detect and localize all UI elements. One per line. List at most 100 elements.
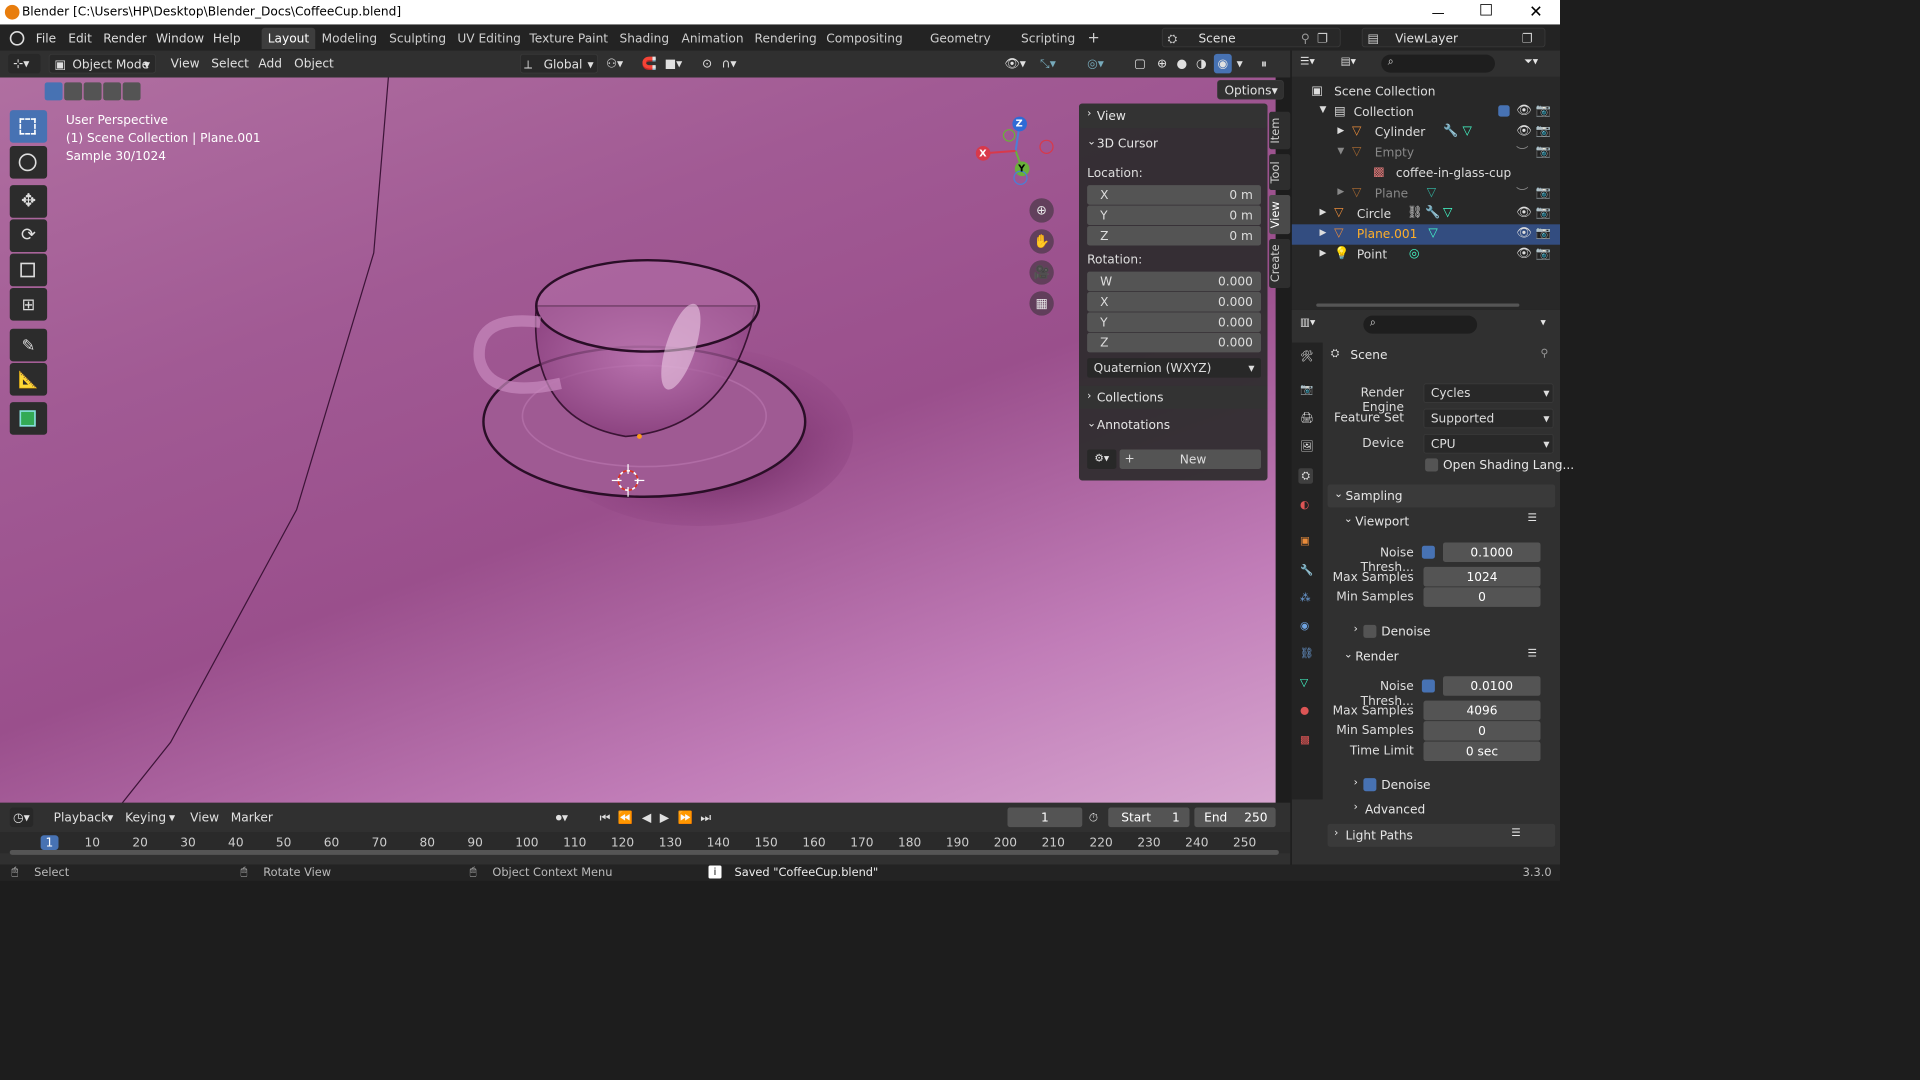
gizmo-toggle-icon[interactable]: ⤡▾ — [1040, 54, 1056, 74]
timeline-marker-menu[interactable]: Marker — [231, 808, 273, 828]
camera-icon[interactable]: 📷 — [1536, 205, 1551, 220]
render-engine-dropdown[interactable]: Cycles ▾ — [1423, 383, 1554, 403]
location-y-field[interactable]: Y 0 m — [1087, 205, 1261, 226]
tab-rendering[interactable]: Rendering — [752, 28, 819, 49]
material-shading-icon[interactable]: ◑ — [1196, 54, 1207, 74]
menu-window[interactable]: Window — [156, 29, 204, 47]
cursor-section-header[interactable]: ⌄ 3D Cursor — [1079, 131, 1268, 155]
preview-range-icon[interactable]: ⏱ — [1089, 808, 1099, 828]
timeline-view-menu[interactable]: View — [190, 808, 219, 828]
rotation-mode-dropdown[interactable]: Quaternion (WXYZ) ▾ — [1087, 358, 1261, 378]
maximize-icon[interactable] — [1480, 4, 1492, 16]
location-z-field[interactable]: Z 0 m — [1087, 225, 1261, 246]
editor-type-button[interactable]: ⊹▾ — [8, 53, 41, 74]
select-extend-icon[interactable] — [64, 82, 83, 101]
chevron-down-icon[interactable]: ▾ — [1541, 316, 1546, 328]
tab-animation[interactable]: Animation — [679, 28, 746, 49]
tab-texture-paint[interactable]: Texture Paint — [528, 28, 609, 49]
camera-view-icon[interactable]: 🎥 — [1029, 260, 1054, 285]
tab-tool[interactable]: Tool — [1269, 154, 1291, 191]
tab-sculpting[interactable]: Sculpting — [385, 28, 450, 49]
vp-min-samples-field[interactable]: 0 — [1423, 587, 1541, 607]
tab-scripting[interactable]: Scripting — [1016, 28, 1081, 49]
vp-noise-checkbox[interactable] — [1421, 545, 1435, 559]
cursor-tool-icon[interactable] — [9, 146, 48, 179]
menu-view[interactable]: View — [171, 54, 200, 74]
current-frame-field[interactable]: 1 — [1007, 807, 1083, 828]
texture-properties-icon[interactable]: ▩ — [1300, 734, 1310, 746]
rotate-tool-icon[interactable]: ⟳ — [9, 219, 48, 253]
chevron-right-icon[interactable]: › — [1354, 777, 1358, 789]
rotation-x-field[interactable]: X 0.000 — [1087, 292, 1261, 312]
rotation-y-field[interactable]: Y 0.000 — [1087, 312, 1261, 332]
device-dropdown[interactable]: CPU ▾ — [1423, 433, 1554, 454]
camera-icon[interactable]: 📷 — [1536, 103, 1551, 118]
pin-icon[interactable]: ⚲ — [1541, 347, 1549, 359]
outliner-search-input[interactable]: ⌕ — [1381, 54, 1495, 73]
move-tool-icon[interactable]: ✥ — [9, 185, 48, 218]
pin-icon[interactable]: ⚲ — [1301, 29, 1310, 49]
annotate-tool-icon[interactable]: ✎ — [9, 328, 48, 362]
select-new-icon[interactable] — [44, 82, 63, 101]
constraints-properties-icon[interactable]: ⛓ — [1300, 648, 1313, 660]
minimize-icon[interactable]: — — [1432, 5, 1445, 20]
menu-render[interactable]: Render — [103, 29, 146, 47]
render-properties-icon[interactable]: 📷 — [1300, 383, 1313, 395]
select-invert-icon[interactable] — [103, 82, 122, 101]
outliner-row-empty[interactable]: ▼ ▽ Empty ︶ 📷 — [1292, 143, 1560, 163]
particles-properties-icon[interactable]: ⁂ — [1300, 592, 1311, 604]
outliner-scrollbar[interactable] — [1316, 303, 1520, 307]
pan-hand-icon[interactable]: ✋ — [1029, 229, 1054, 254]
collection-checkbox[interactable] — [1498, 105, 1510, 117]
annotations-section-header[interactable]: ⌄ Annotations — [1079, 414, 1268, 437]
annotation-layer-icon[interactable]: ⚙▾ — [1087, 449, 1117, 470]
select-subtract-icon[interactable] — [83, 82, 102, 101]
menu-file[interactable]: File — [36, 29, 56, 47]
rendered-shading-icon[interactable]: ◉ — [1213, 53, 1232, 74]
orientation-selector[interactable]: ⟂ Global ▾ — [520, 53, 598, 74]
list-presets-icon[interactable]: ☰ — [1528, 512, 1537, 524]
jump-start-icon[interactable]: ⏮ — [600, 808, 611, 828]
modifier-properties-icon[interactable]: 🔧 — [1300, 564, 1313, 576]
solid-shading-icon[interactable]: ● — [1177, 54, 1188, 74]
pause-render-icon[interactable]: ⏸ — [1261, 54, 1267, 74]
material-properties-icon[interactable]: ● — [1300, 705, 1309, 717]
filter-icon[interactable]: ⏷▾ — [1524, 55, 1538, 67]
select-intersect-icon[interactable] — [122, 82, 141, 101]
expand-right-icon[interactable]: ▶ — [1337, 186, 1344, 197]
render-subpanel-header[interactable]: ⌄ Render ☰ — [1337, 646, 1555, 667]
view-layer-selector[interactable]: ▤ ViewLayer ❐ — [1361, 27, 1546, 48]
eye-hidden-icon[interactable]: ︶ — [1516, 144, 1528, 161]
zoom-icon[interactable]: ⊕ — [1029, 198, 1054, 223]
osl-checkbox[interactable] — [1425, 458, 1439, 472]
vp-noise-field[interactable]: 0.1000 — [1443, 542, 1541, 563]
camera-icon[interactable]: 📷 — [1536, 144, 1551, 159]
collections-section-header[interactable]: › Collections — [1079, 385, 1268, 409]
visibility-icon[interactable]: 👁▾ — [1004, 54, 1026, 74]
tab-modeling[interactable]: Modeling — [320, 28, 379, 49]
rotation-z-field[interactable]: Z 0.000 — [1087, 332, 1261, 353]
advanced-label[interactable]: Advanced — [1365, 802, 1425, 817]
tab-create[interactable]: Create — [1269, 239, 1291, 288]
tab-shading[interactable]: Shading — [614, 28, 674, 49]
camera-icon[interactable]: 📷 — [1536, 246, 1551, 261]
shading-options-icon[interactable]: ▾ — [1237, 54, 1243, 74]
proportional-edit-icon[interactable]: ⊙ — [702, 54, 712, 74]
tool-properties-icon[interactable]: 🛠 — [1300, 351, 1313, 363]
eye-hidden-icon[interactable]: ︶ — [1516, 184, 1528, 201]
eye-icon[interactable]: 👁 — [1516, 123, 1531, 138]
timeline-editor-icon[interactable]: ◷▾ — [9, 807, 34, 828]
expand-right-icon[interactable]: ▶ — [1320, 206, 1327, 217]
end-frame-field[interactable]: End 250 — [1194, 807, 1276, 828]
options-dropdown[interactable]: Options ▾ — [1217, 79, 1284, 100]
outliner-row-plane-001[interactable]: ▶ ▽ Plane.001 ▽ 👁 📷 — [1291, 224, 1560, 245]
scale-tool-icon[interactable] — [9, 253, 48, 287]
keying-menu[interactable]: Keying — [125, 808, 166, 828]
display-mode-icon[interactable]: ▤▾ — [1341, 55, 1356, 67]
eye-icon[interactable]: 👁 — [1516, 225, 1531, 240]
tab-view[interactable]: View — [1269, 194, 1291, 235]
snap-icon[interactable]: 🧲 — [642, 54, 657, 74]
chevron-right-icon[interactable]: › — [1354, 623, 1358, 635]
r-noise-checkbox[interactable] — [1421, 679, 1435, 693]
view-layer-properties-icon[interactable]: 🖼 — [1300, 440, 1313, 452]
